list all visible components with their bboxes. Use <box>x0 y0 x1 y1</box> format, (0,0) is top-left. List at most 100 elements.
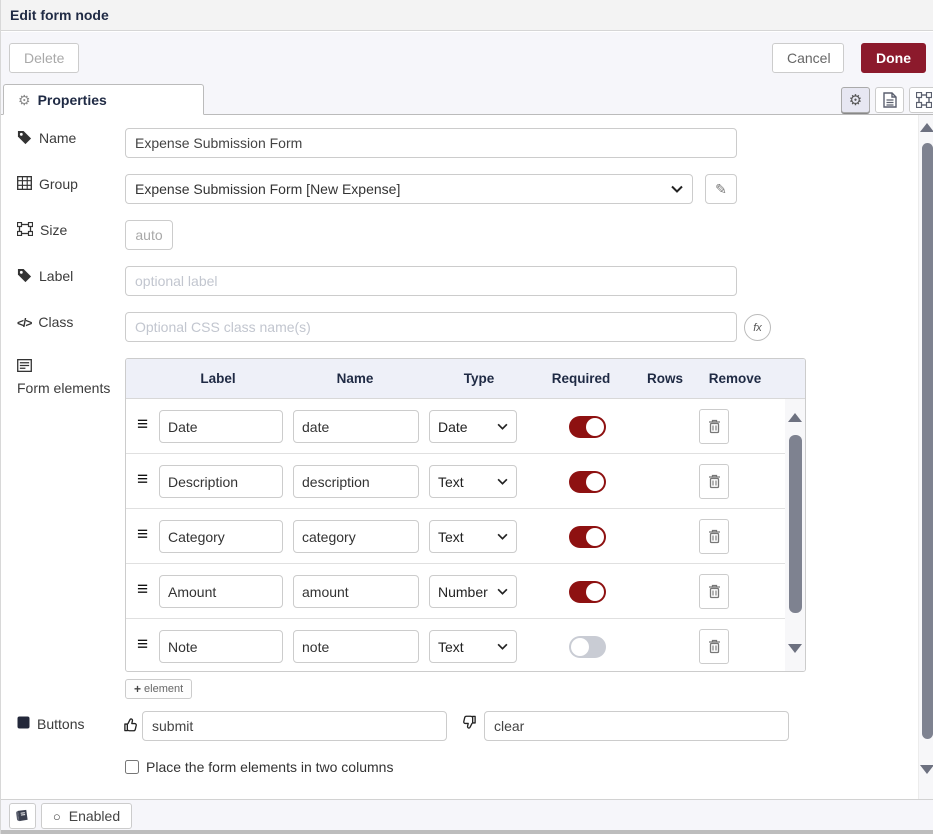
element-name-input[interactable] <box>293 465 419 498</box>
tab-bar: ⚙ Properties ⚙ <box>1 84 933 115</box>
element-label-input[interactable] <box>159 520 283 553</box>
name-input[interactable] <box>125 128 737 158</box>
trash-icon <box>708 584 721 599</box>
thumbs-up-icon <box>123 716 140 733</box>
description-tab-button[interactable] <box>875 87 904 113</box>
col-header-remove: Remove <box>709 371 762 386</box>
main-scrollbar[interactable] <box>918 115 933 799</box>
element-label-input[interactable] <box>159 410 283 443</box>
object-group-icon <box>17 222 33 236</box>
element-type-select[interactable]: Date <box>429 410 517 443</box>
trash-icon <box>708 639 721 654</box>
node-enabled-button[interactable]: ○ Enabled <box>41 803 132 829</box>
col-header-name: Name <box>337 371 374 386</box>
trash-icon <box>708 419 721 434</box>
required-toggle[interactable] <box>569 636 606 658</box>
tab-properties[interactable]: ⚙ Properties <box>3 84 204 115</box>
form-elements-label: Form elements <box>17 358 121 397</box>
window-bottom-edge <box>1 830 933 834</box>
drag-handle-icon[interactable]: ≡ <box>137 415 148 435</box>
class-fx-button[interactable]: fx <box>744 314 771 341</box>
table-scrollbar[interactable] <box>785 399 806 672</box>
required-toggle[interactable] <box>569 581 606 603</box>
class-input[interactable] <box>125 312 737 342</box>
delete-button[interactable]: Delete <box>9 43 79 73</box>
element-label-input[interactable] <box>159 630 283 663</box>
drag-handle-icon[interactable]: ≡ <box>137 635 148 655</box>
element-type-select[interactable]: Number <box>429 575 517 608</box>
remove-element-button[interactable] <box>699 629 729 664</box>
thumbs-down-icon <box>460 714 477 731</box>
element-name-input[interactable] <box>293 630 419 663</box>
scroll-down-icon[interactable] <box>788 644 802 653</box>
remove-element-button[interactable] <box>699 409 729 444</box>
table-row: ≡ Date <box>126 399 785 454</box>
table-scrollbar-thumb[interactable] <box>789 435 802 613</box>
trash-icon <box>708 529 721 544</box>
chevron-down-icon <box>497 643 508 650</box>
gear-icon: ⚙ <box>18 93 31 107</box>
class-label: </> Class <box>17 313 121 332</box>
two-columns-label: Place the form elements in two columns <box>146 759 393 775</box>
main-scrollbar-thumb[interactable] <box>922 143 933 739</box>
label-input[interactable] <box>125 266 737 296</box>
node-help-button[interactable] <box>9 803 36 829</box>
element-name-input[interactable] <box>293 410 419 443</box>
col-header-label: Label <box>200 371 235 386</box>
required-toggle[interactable] <box>569 416 606 438</box>
circle-icon: ○ <box>53 810 61 823</box>
size-label: Size <box>17 221 121 239</box>
remove-element-button[interactable] <box>699 519 729 554</box>
cancel-button-label-input[interactable] <box>484 711 789 741</box>
code-icon: </> <box>17 314 31 332</box>
required-toggle[interactable] <box>569 526 606 548</box>
scroll-up-icon[interactable] <box>788 413 802 422</box>
dialog-header: Edit form node <box>1 0 933 31</box>
element-name-input[interactable] <box>293 575 419 608</box>
enabled-label: Enabled <box>69 808 120 824</box>
group-label: Group <box>17 175 121 193</box>
size-button[interactable]: auto <box>125 220 173 250</box>
element-type-select[interactable]: Text <box>429 520 517 553</box>
remove-element-button[interactable] <box>699 574 729 609</box>
drag-handle-icon[interactable]: ≡ <box>137 525 148 545</box>
table-icon <box>17 176 32 190</box>
element-label-input[interactable] <box>159 465 283 498</box>
cancel-button[interactable]: Cancel <box>772 43 844 73</box>
remove-element-button[interactable] <box>699 464 729 499</box>
chevron-down-icon <box>497 533 508 540</box>
element-name-input[interactable] <box>293 520 419 553</box>
tag-icon <box>17 130 32 145</box>
chevron-down-icon <box>497 478 508 485</box>
scroll-up-icon[interactable] <box>920 123 933 132</box>
form-elements-table: Label Name Type Required Rows Remove ≡ D… <box>125 358 806 672</box>
tag-icon <box>17 268 32 283</box>
drag-handle-icon[interactable]: ≡ <box>137 470 148 490</box>
submit-button-label-input[interactable] <box>142 711 447 741</box>
appearance-tab-button[interactable] <box>909 87 933 113</box>
done-button[interactable]: Done <box>861 43 926 73</box>
two-columns-checkbox[interactable] <box>125 760 139 774</box>
group-select[interactable]: Expense Submission Form [New Expense] <box>125 174 693 204</box>
table-row: ≡ Text <box>126 619 785 672</box>
element-type-select[interactable]: Text <box>429 630 517 663</box>
chevron-down-icon <box>671 185 683 193</box>
trash-icon <box>708 474 721 489</box>
two-columns-option: Place the form elements in two columns <box>125 759 393 775</box>
dialog-footer: ○ Enabled <box>1 799 933 830</box>
edit-group-button[interactable]: ✎ <box>705 174 737 204</box>
dialog-title: Edit form node <box>10 7 109 23</box>
element-label-input[interactable] <box>159 575 283 608</box>
chevron-down-icon <box>497 588 508 595</box>
properties-tab-button[interactable]: ⚙ <box>841 87 870 113</box>
square-icon <box>17 716 30 729</box>
plus-icon: + <box>134 682 141 696</box>
drag-handle-icon[interactable]: ≡ <box>137 580 148 600</box>
add-element-button[interactable]: +element <box>125 679 192 699</box>
book-icon <box>15 809 30 823</box>
element-type-select[interactable]: Text <box>429 465 517 498</box>
col-header-rows: Rows <box>647 371 683 386</box>
required-toggle[interactable] <box>569 471 606 493</box>
scroll-down-icon[interactable] <box>920 765 933 774</box>
list-icon <box>17 359 32 372</box>
